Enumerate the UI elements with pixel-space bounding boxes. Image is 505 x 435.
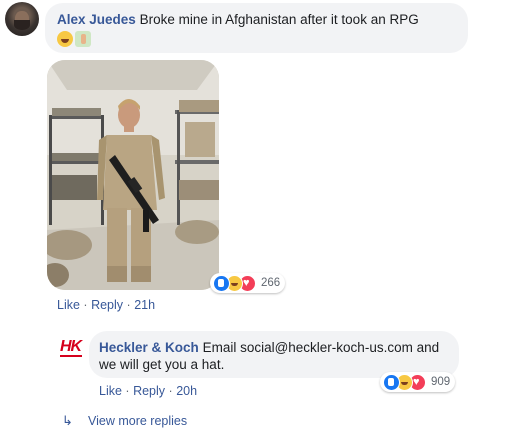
commenter-avatar[interactable] [5, 2, 39, 36]
reply-link[interactable]: Reply [133, 384, 165, 398]
hk-logo-underline [60, 355, 82, 357]
hk-logo-icon: HK [60, 338, 82, 355]
reply-actions: Like · Reply · 20h [99, 384, 197, 398]
comment-photo[interactable] [47, 60, 219, 290]
separator: · [83, 298, 88, 312]
reply-arrow-icon: ↳ [62, 413, 73, 428]
heckler-koch-avatar[interactable]: HK [60, 338, 82, 358]
comment-body: Broke mine in Afghanistan after it took … [139, 12, 419, 27]
reply-author-link[interactable]: Heckler & Koch [99, 340, 199, 355]
reaction-count: 909 [431, 376, 451, 388]
comment-text-line: Alex Juedes Broke mine in Afghanistan af… [57, 11, 419, 28]
soldier-barracks-photo [47, 60, 219, 290]
laughing-emoji-icon [57, 31, 73, 47]
reply-link[interactable]: Reply [91, 298, 123, 312]
thumbs-up-emoji-icon [75, 31, 91, 47]
reply-reactions[interactable]: 909 [380, 372, 456, 392]
like-reaction-icon [213, 274, 230, 292]
like-reaction-icon [383, 373, 400, 391]
separator: · [125, 384, 130, 398]
like-link[interactable]: Like [57, 298, 80, 312]
separator: · [126, 298, 131, 312]
separator: · [168, 384, 173, 398]
comment-actions: Like · Reply · 21h [57, 298, 155, 312]
reply-text-block: Heckler & Koch Email social@heckler-koch… [99, 339, 454, 373]
comment-emoji-row [57, 31, 91, 47]
like-link[interactable]: Like [99, 384, 122, 398]
reaction-count: 266 [261, 277, 281, 289]
comment-author-link[interactable]: Alex Juedes [57, 12, 136, 27]
timestamp-link[interactable]: 20h [176, 384, 197, 398]
avatar-beard [14, 20, 30, 30]
timestamp-link[interactable]: 21h [134, 298, 155, 312]
view-more-replies[interactable]: ↳ View more replies [62, 413, 187, 429]
view-more-replies-label[interactable]: View more replies [88, 414, 187, 428]
comment-reactions[interactable]: 266 [210, 273, 286, 293]
